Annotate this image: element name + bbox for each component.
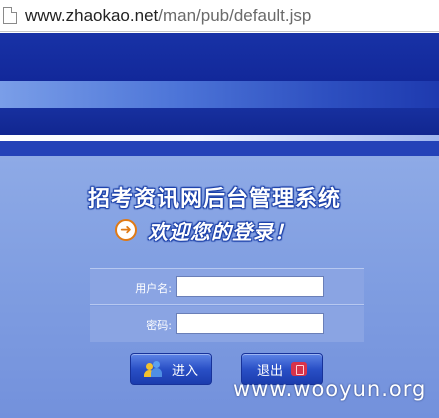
- header-band-gradient: [0, 81, 439, 108]
- url-host: www.zhaokao.net: [25, 5, 159, 25]
- system-title: 招考资讯网后台管理系统: [88, 187, 342, 212]
- password-input[interactable]: [176, 313, 324, 334]
- username-input[interactable]: [176, 276, 324, 297]
- url-path: /man/pub/default.jsp: [158, 5, 312, 25]
- users-icon: [143, 361, 164, 377]
- exit-door-icon: [291, 362, 307, 376]
- password-label: 密码:: [146, 319, 172, 332]
- enter-button[interactable]: 进入: [130, 353, 212, 385]
- login-form: 用户名: 密码:: [90, 268, 364, 342]
- username-row: 用户名:: [90, 269, 364, 305]
- arrow-right-circle-icon: ➜: [115, 219, 137, 241]
- page-icon: [3, 7, 17, 24]
- enter-button-label: 进入: [171, 363, 198, 379]
- address-bar[interactable]: www.zhaokao.net/man/pub/default.jsp: [0, 0, 439, 32]
- header-band-top: [0, 33, 439, 81]
- exit-button-label: 退出: [256, 363, 283, 379]
- password-row: 密码:: [90, 306, 364, 342]
- watermark: www.wooyun.org: [233, 377, 427, 401]
- welcome-text: 欢迎您的登录！: [148, 220, 295, 244]
- url-text[interactable]: www.zhaokao.net/man/pub/default.jsp: [25, 6, 311, 26]
- header-band-bottom: [0, 141, 439, 156]
- username-label: 用户名:: [135, 282, 172, 295]
- header-band-middle: [0, 108, 439, 135]
